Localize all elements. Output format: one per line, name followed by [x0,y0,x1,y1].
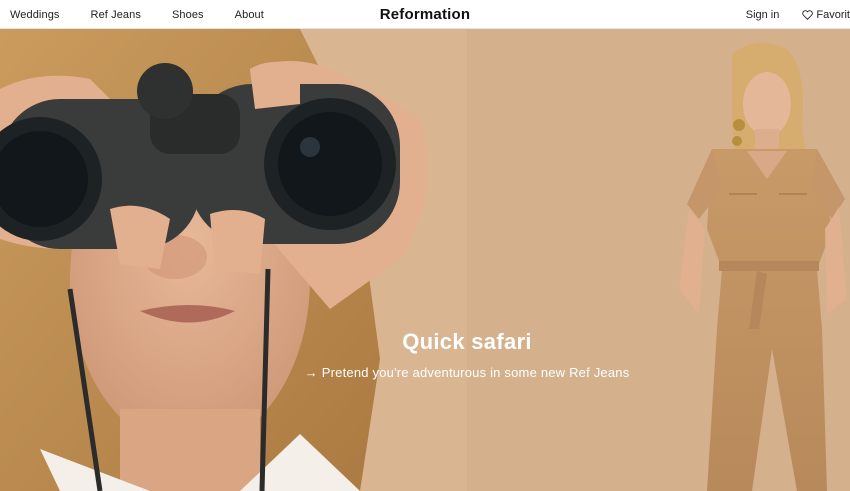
jumpsuit-photo-illustration [679,42,847,491]
hero-banner[interactable]: Quick safari → Pretend you're adventurous… [0,29,850,491]
favorites-label: Favorit [816,8,850,21]
sign-in-link[interactable]: Sign in [746,9,780,21]
site-header: Weddings Ref Jeans Shoes About Reformati… [0,0,850,29]
nav-link-weddings[interactable]: Weddings [10,9,60,21]
hero-headline: Quick safari [402,329,532,354]
hero-image-binoculars[interactable] [0,29,467,491]
primary-nav: Weddings Ref Jeans Shoes About [10,0,295,29]
hero-image-jumpsuit-model[interactable] [467,29,850,491]
binoculars-photo-illustration [0,29,427,491]
heart-outline-icon [802,9,814,20]
nav-link-shoes[interactable]: Shoes [172,9,204,21]
nav-link-about[interactable]: About [235,9,264,21]
arrow-right-icon: → [304,365,318,380]
hero-cta-label: Pretend you're adventurous in some new R… [321,365,630,380]
account-nav: Sign in Favorit [746,0,850,29]
favorites-link[interactable]: Favorit [802,9,850,21]
hero-cta-link[interactable]: → Pretend you're adventurous in some new … [305,365,630,380]
nav-link-ref-jeans[interactable]: Ref Jeans [91,9,141,21]
hero-text-overlay: Quick safari → Pretend you're adventurous… [300,329,634,382]
brand-logo[interactable]: Reformation [380,6,471,23]
